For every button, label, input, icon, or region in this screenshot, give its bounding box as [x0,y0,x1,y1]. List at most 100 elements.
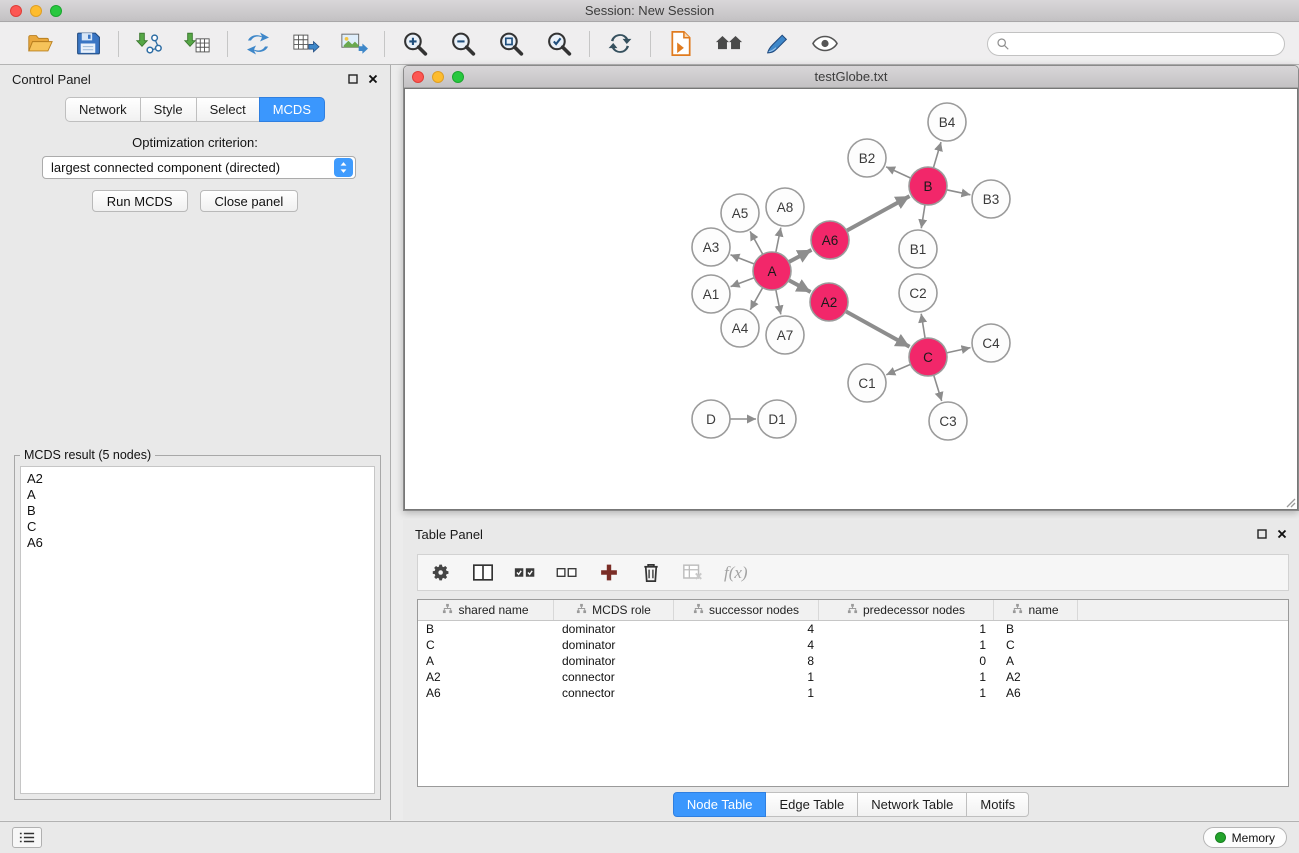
table-row[interactable]: Cdominator41C [418,637,1288,653]
table-cell[interactable]: 1 [819,638,994,652]
graph-edge-A-A6[interactable] [789,250,812,262]
tab-network[interactable]: Network [65,97,141,122]
column-header-successor-nodes[interactable]: successor nodes [674,600,819,620]
graph-node-B4[interactable]: B4 [928,103,966,141]
graph-node-A[interactable]: A [753,252,791,290]
mcds-result-list[interactable]: A2ABCA6 [20,466,375,794]
graph-node-C1[interactable]: C1 [848,364,886,402]
open-session-icon[interactable] [665,29,697,59]
table-cell[interactable]: A2 [994,670,1078,684]
table-row[interactable]: A6connector11A6 [418,685,1288,701]
graph-node-C2[interactable]: C2 [899,274,937,312]
export-table-icon[interactable] [290,29,322,59]
resize-grip-icon[interactable] [1283,495,1296,508]
table-row[interactable]: Adominator80A [418,653,1288,669]
graph-edge-A6-B[interactable] [847,196,910,231]
column-header-name[interactable]: name [994,600,1078,620]
close-table-panel-icon[interactable] [1277,529,1287,539]
graph-edge-B-B2[interactable] [886,167,911,178]
zoom-selected-icon[interactable] [543,29,575,59]
close-panel-button[interactable]: Close panel [200,190,299,212]
import-network-icon[interactable] [133,29,165,59]
tab-select[interactable]: Select [196,97,260,122]
graph-node-D[interactable]: D [692,400,730,438]
close-window-icon[interactable] [10,5,22,17]
graph-node-A3[interactable]: A3 [692,228,730,266]
zoom-network-window-icon[interactable] [452,71,464,83]
minimize-network-window-icon[interactable] [432,71,444,83]
table-cell[interactable]: 0 [819,654,994,668]
zoom-out-icon[interactable] [447,29,479,59]
graph-edge-B-B4[interactable] [933,142,941,168]
graph-edge-A-A5[interactable] [750,231,763,254]
tab-motifs[interactable]: Motifs [966,792,1029,817]
graph-edge-A-A3[interactable] [731,255,755,264]
graph-edge-A-A2[interactable] [789,280,811,292]
export-network-icon[interactable] [242,29,274,59]
graph-edge-B-B3[interactable] [947,190,971,195]
tab-mcds[interactable]: MCDS [259,97,325,122]
deselect-all-icon[interactable] [556,562,578,583]
tab-network-table[interactable]: Network Table [857,792,967,817]
table-cell[interactable]: connector [554,670,674,684]
network-window-titlebar[interactable]: testGlobe.txt [404,66,1298,88]
table-row[interactable]: Bdominator41B [418,621,1288,637]
table-cell[interactable]: dominator [554,622,674,636]
graph-node-C[interactable]: C [909,338,947,376]
tab-edge-table[interactable]: Edge Table [765,792,858,817]
graph-node-D1[interactable]: D1 [758,400,796,438]
table-cell[interactable]: 4 [674,638,819,652]
graph-node-A4[interactable]: A4 [721,309,759,347]
search-input[interactable] [1015,37,1276,51]
export-image-icon[interactable] [338,29,370,59]
table-cell[interactable]: dominator [554,638,674,652]
select-all-icon[interactable] [514,562,536,583]
table-cell[interactable]: A6 [994,686,1078,700]
mcds-result-item[interactable]: A6 [27,535,368,551]
graph-edge-A-A7[interactable] [776,290,781,315]
table-cell[interactable]: C [418,638,554,652]
graph-node-A5[interactable]: A5 [721,194,759,232]
close-network-window-icon[interactable] [412,71,424,83]
graph-edge-A2-C[interactable] [846,311,910,347]
network-graph[interactable]: B4B2BB3A5A8A6B1A3AC2A1A2A4A7C4CC1C3DD1 [405,89,1298,510]
graph-node-C3[interactable]: C3 [929,402,967,440]
style-brush-icon[interactable] [761,29,793,59]
mcds-result-item[interactable]: A [27,487,368,503]
tab-style[interactable]: Style [140,97,197,122]
table-cell[interactable]: 1 [819,670,994,684]
columns-icon[interactable] [472,562,494,583]
task-history-button[interactable] [12,827,42,848]
graph-edge-A-A4[interactable] [750,288,762,310]
table-cell[interactable]: 1 [819,622,994,636]
graph-node-B3[interactable]: B3 [972,180,1010,218]
table-cell[interactable]: A6 [418,686,554,700]
refresh-network-icon[interactable] [604,29,636,59]
graph-edge-C-C3[interactable] [934,375,942,401]
graph-edge-A-A1[interactable] [731,278,755,287]
mcds-result-item[interactable]: C [27,519,368,535]
mcds-result-item[interactable]: B [27,503,368,519]
search-box[interactable] [987,32,1285,56]
table-cell[interactable]: 8 [674,654,819,668]
graph-node-C4[interactable]: C4 [972,324,1010,362]
open-file-icon[interactable] [24,29,56,59]
table-cell[interactable]: 1 [819,686,994,700]
graph-node-B1[interactable]: B1 [899,230,937,268]
table-cell[interactable]: A [418,654,554,668]
column-header-mcds-role[interactable]: MCDS role [554,600,674,620]
memory-button[interactable]: Memory [1203,827,1287,848]
zoom-fit-icon[interactable] [495,29,527,59]
gear-icon[interactable] [430,562,452,583]
table-cell[interactable]: C [994,638,1078,652]
table-cell[interactable]: 1 [674,670,819,684]
table-cell[interactable]: B [994,622,1078,636]
graph-node-A2[interactable]: A2 [810,283,848,321]
zoom-in-icon[interactable] [399,29,431,59]
table-cell[interactable]: 1 [674,686,819,700]
graph-node-A6[interactable]: A6 [811,221,849,259]
graph-edge-C-C2[interactable] [921,314,925,339]
column-header-predecessor-nodes[interactable]: predecessor nodes [819,600,994,620]
graph-edge-C-C1[interactable] [886,364,910,374]
graph-node-A7[interactable]: A7 [766,316,804,354]
